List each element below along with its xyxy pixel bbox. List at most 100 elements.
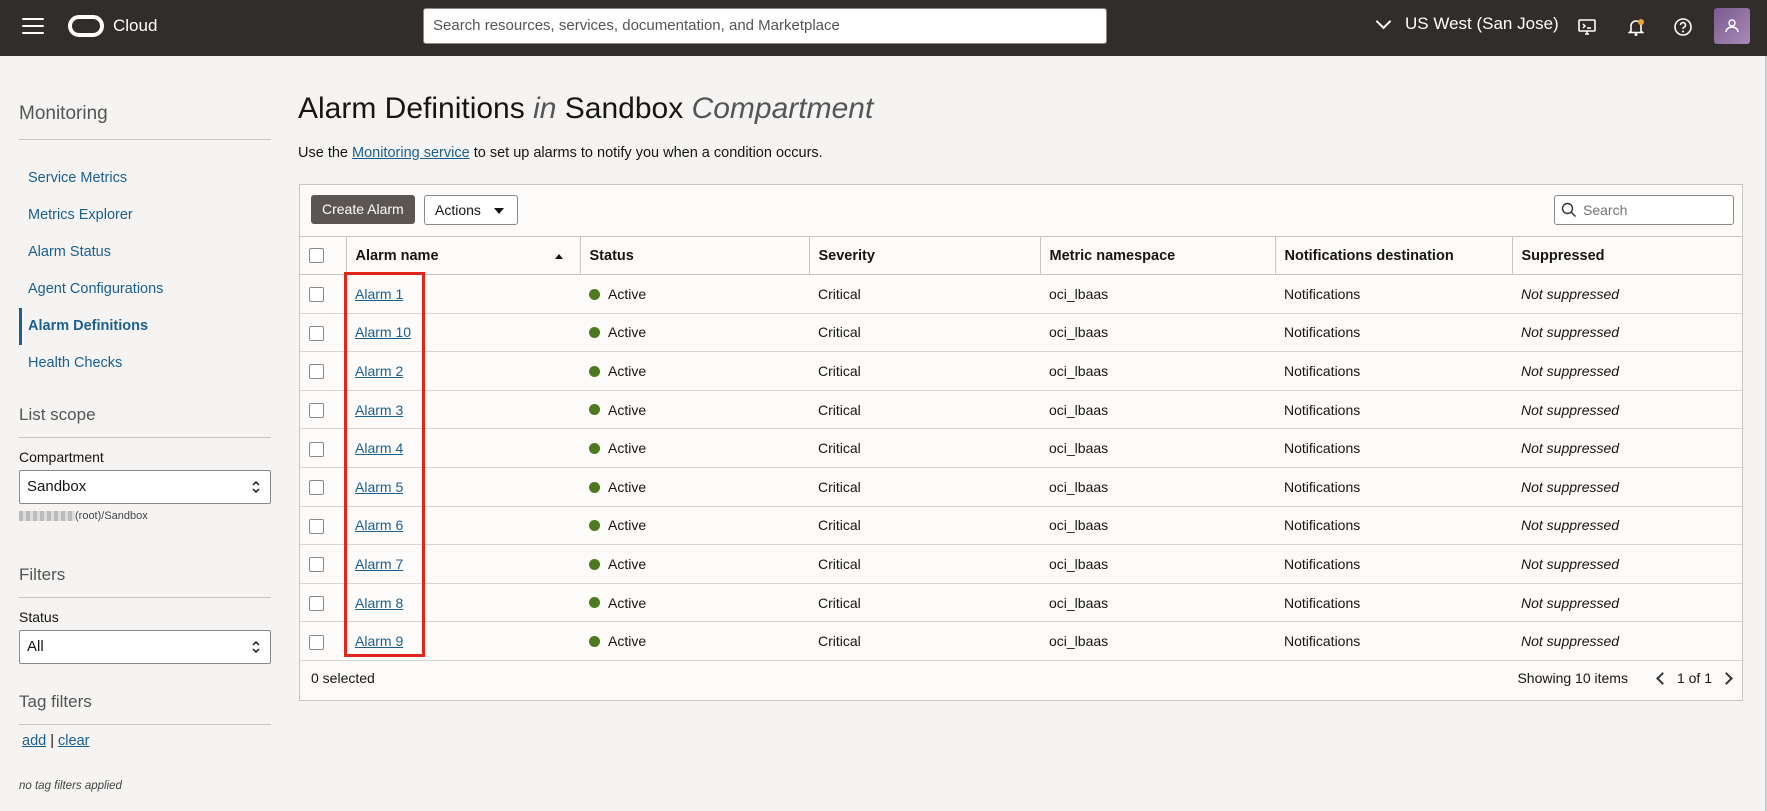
alarm-name-link[interactable]: Alarm 1 [355, 286, 403, 302]
alarm-name-cell: Alarm 6 [346, 506, 580, 546]
destination-cell: Notifications [1275, 274, 1512, 314]
table-search-input[interactable]: Search [1554, 195, 1734, 225]
cloud-shell-icon[interactable] [1576, 16, 1598, 38]
alarm-name-link[interactable]: Alarm 6 [355, 517, 403, 533]
table-row: Alarm 2 Active Critical oci_lbaas Notificati… [300, 351, 1742, 391]
status-text: Active [608, 594, 647, 611]
row-select-cell [300, 467, 346, 507]
top-bar: Cloud Search resources, services, docume… [0, 0, 1767, 56]
compartment-select[interactable]: Sandbox [19, 470, 271, 504]
severity-cell: Critical [809, 506, 1040, 546]
tag-filters-heading: Tag filters [19, 692, 271, 725]
global-search-input[interactable]: Search resources, services, documentatio… [423, 8, 1107, 44]
caret-down-icon [494, 208, 504, 214]
namespace-cell: oci_lbaas [1040, 428, 1275, 468]
suppressed-cell: Not suppressed [1512, 390, 1742, 430]
row-select-cell [300, 351, 346, 391]
row-checkbox[interactable] [309, 325, 324, 341]
sort-ascending-icon[interactable] [554, 254, 563, 259]
namespace-cell: oci_lbaas [1040, 621, 1275, 661]
alarm-name-cell: Alarm 1 [346, 274, 580, 314]
brand-label[interactable]: Cloud [113, 16, 157, 36]
status-cell: Active [580, 621, 809, 661]
namespace-cell: oci_lbaas [1040, 583, 1275, 623]
row-checkbox[interactable] [309, 480, 324, 496]
page-description: Use the Monitoring service to set up ala… [298, 145, 823, 161]
row-checkbox[interactable] [309, 518, 324, 534]
create-alarm-button[interactable]: Create Alarm [311, 195, 415, 224]
status-active-dot-icon [589, 520, 600, 532]
status-active-dot-icon [589, 558, 600, 570]
page-title-in: in [533, 92, 557, 125]
next-page-icon[interactable] [1720, 671, 1733, 685]
sidebar-item-agent-configurations[interactable]: Agent Configurations [19, 271, 271, 308]
table-row: Alarm 4 Active Critical oci_lbaas Notificati… [300, 428, 1742, 468]
sidebar-item-alarm-status[interactable]: Alarm Status [19, 234, 271, 271]
alarm-name-link[interactable]: Alarm 3 [355, 402, 403, 418]
sidebar-item-service-metrics[interactable]: Service Metrics [19, 160, 271, 197]
sidebar-item-metrics-explorer[interactable]: Metrics Explorer [19, 197, 271, 234]
table-row: Alarm 10 Active Critical oci_lbaas Notificat… [300, 313, 1742, 353]
region-selector[interactable]: US West (San Jose) [1375, 13, 1559, 34]
compartment-path-text: (root)/Sandbox [75, 510, 148, 522]
status-active-dot-icon [589, 635, 600, 647]
namespace-cell: oci_lbaas [1040, 506, 1275, 546]
help-icon[interactable] [1672, 16, 1694, 38]
column-header-notifications-destination: Notifications destination [1275, 236, 1513, 275]
region-label: US West (San Jose) [1405, 14, 1559, 33]
column-header-alarm-name[interactable]: Alarm name [346, 236, 581, 275]
row-checkbox[interactable] [309, 634, 324, 650]
destination-cell: Notifications [1275, 428, 1512, 468]
sidebar-item-health-checks[interactable]: Health Checks [19, 345, 271, 382]
destination-cell: Notifications [1275, 467, 1512, 507]
sidebar-item-alarm-definitions[interactable]: Alarm Definitions [19, 308, 271, 345]
add-tag-filter-link[interactable]: add [22, 733, 46, 749]
alarm-name-link[interactable]: Alarm 2 [355, 363, 403, 379]
status-filter-select[interactable]: All [19, 630, 271, 664]
previous-page-icon[interactable] [1656, 671, 1669, 685]
destination-cell: Notifications [1275, 621, 1512, 661]
column-header-status: Status [580, 236, 810, 275]
tag-filter-links: add | clear [22, 733, 89, 749]
row-checkbox[interactable] [309, 402, 324, 418]
destination-cell: Notifications [1275, 390, 1512, 430]
alarm-name-link[interactable]: Alarm 7 [355, 556, 403, 572]
actions-label: Actions [435, 202, 481, 218]
namespace-cell: oci_lbaas [1040, 313, 1275, 353]
oracle-logo-icon[interactable] [68, 15, 104, 37]
alarm-name-cell: Alarm 4 [346, 428, 580, 468]
alarm-name-link[interactable]: Alarm 4 [355, 440, 403, 456]
row-checkbox[interactable] [309, 441, 324, 457]
status-text: Active [608, 362, 647, 379]
alarm-name-link[interactable]: Alarm 5 [355, 479, 403, 495]
status-text: Active [608, 478, 647, 495]
suppressed-cell: Not suppressed [1512, 313, 1742, 353]
compartment-path: (root)/Sandbox [19, 510, 148, 522]
severity-cell: Critical [809, 467, 1040, 507]
filters-heading: Filters [19, 565, 271, 598]
actions-button[interactable]: Actions [424, 195, 518, 225]
user-avatar[interactable] [1714, 8, 1750, 44]
severity-cell: Critical [809, 583, 1040, 623]
row-checkbox[interactable] [309, 595, 324, 611]
row-checkbox[interactable] [309, 364, 324, 380]
alarm-name-link[interactable]: Alarm 9 [355, 633, 403, 649]
suppressed-cell: Not suppressed [1512, 583, 1742, 623]
selected-count: 0 selected [311, 670, 375, 686]
row-checkbox[interactable] [309, 557, 324, 573]
status-filter-value: All [27, 638, 44, 655]
monitoring-service-link[interactable]: Monitoring service [352, 145, 470, 161]
clear-tag-filter-link[interactable]: clear [58, 733, 89, 749]
select-all-checkbox[interactable] [309, 248, 324, 264]
alarm-name-link[interactable]: Alarm 8 [355, 595, 403, 611]
compartment-value: Sandbox [27, 478, 87, 495]
table-row: Alarm 9 Active Critical oci_lbaas Notificati… [300, 621, 1742, 661]
table-row: Alarm 8 Active Critical oci_lbaas Notificati… [300, 583, 1742, 623]
alarm-name-cell: Alarm 5 [346, 467, 580, 507]
destination-cell: Notifications [1275, 544, 1512, 584]
row-checkbox[interactable] [309, 287, 324, 303]
notifications-bell-icon[interactable] [1625, 16, 1647, 38]
page-title: Alarm Definitions in Sandbox Compartment [298, 92, 873, 126]
menu-icon[interactable] [22, 18, 44, 36]
alarm-name-link[interactable]: Alarm 10 [355, 324, 411, 340]
